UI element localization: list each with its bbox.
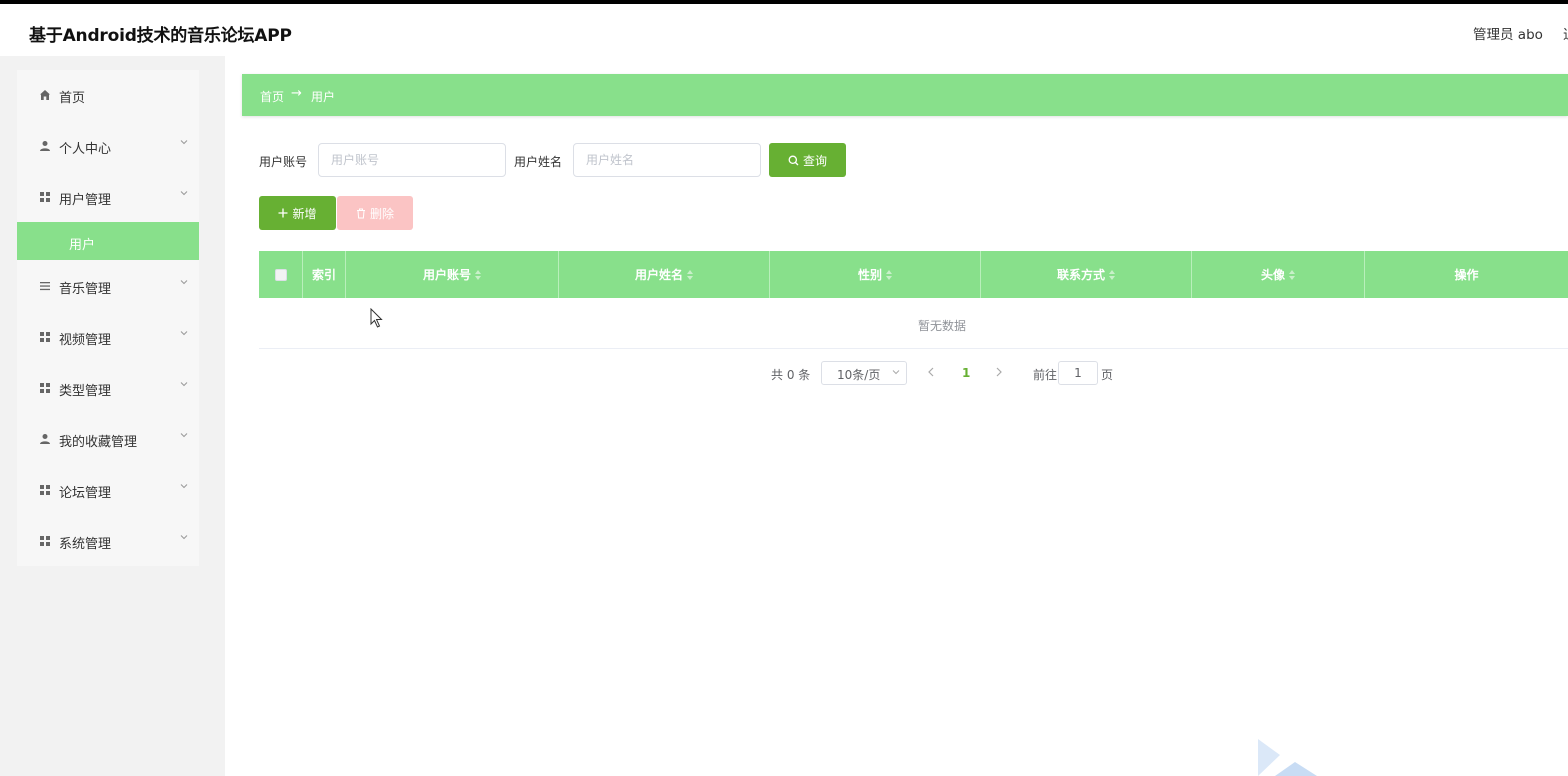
- sidebar-item-type-management[interactable]: 类型管理: [17, 369, 199, 407]
- list-icon: [40, 282, 50, 291]
- sidebar-item-forum-management[interactable]: 论坛管理: [17, 471, 199, 509]
- sidebar-item-label: 系统管理: [59, 537, 112, 552]
- breadcrumb-separator: →: [291, 86, 302, 101]
- watermark-logo-icon: [1258, 739, 1317, 776]
- chevron-down-icon: [892, 370, 900, 375]
- column-header-avatar[interactable]: 头像: [1192, 251, 1365, 298]
- pagination-total: 共 0 条: [771, 368, 811, 382]
- next-page-icon[interactable]: [994, 366, 1004, 378]
- grid-icon: [40, 332, 50, 342]
- column-header-contact[interactable]: 联系方式: [981, 251, 1192, 298]
- user-icon: [40, 434, 50, 444]
- column-header-actions: 操作: [1454, 268, 1479, 282]
- query-button-label: 查询: [802, 153, 827, 168]
- chevron-down-icon: [180, 140, 188, 145]
- plus-icon: [278, 208, 288, 218]
- sidebar-item-video-management[interactable]: 视频管理: [17, 318, 199, 356]
- sort-icon[interactable]: [687, 269, 693, 280]
- account-search-input[interactable]: [318, 143, 506, 177]
- sidebar-item-label: 视频管理: [59, 333, 112, 348]
- grid-icon: [40, 192, 50, 202]
- delete-button[interactable]: 删除: [337, 196, 413, 230]
- add-button-label: 新增: [292, 206, 317, 221]
- mouse-cursor-icon: [370, 308, 383, 328]
- page-size-value: 10条/页: [837, 368, 881, 382]
- chevron-down-icon: [180, 382, 188, 387]
- empty-text: 暂无数据: [918, 319, 967, 333]
- grid-icon: [40, 485, 50, 495]
- sidebar-item-label: 用户管理: [59, 193, 112, 208]
- prev-page-icon[interactable]: [926, 366, 936, 378]
- select-all-cell: [259, 251, 303, 298]
- grid-icon: [40, 383, 50, 393]
- add-button[interactable]: 新增: [259, 196, 336, 230]
- sidebar-item-label: 类型管理: [59, 384, 112, 399]
- user-icon: [40, 141, 50, 151]
- app-title: 基于Android技术的音乐论坛APP: [29, 26, 292, 46]
- sidebar-item-personal-center[interactable]: 个人中心: [17, 127, 199, 165]
- sidebar-item-label: 个人中心: [59, 142, 112, 157]
- sidebar-subitem-user[interactable]: 用户: [17, 222, 199, 260]
- chevron-down-icon: [180, 191, 188, 196]
- header-bar: 基于Android技术的音乐论坛APP 管理员 abo 退: [0, 4, 1568, 56]
- user-info[interactable]: 管理员 abo: [1473, 23, 1543, 43]
- chevron-down-icon: [180, 535, 188, 540]
- sort-icon[interactable]: [1289, 269, 1295, 280]
- sidebar-item-system-management[interactable]: 系统管理: [17, 522, 199, 560]
- name-search-input[interactable]: [573, 143, 761, 177]
- sidebar-subitem-label: 用户: [69, 238, 96, 253]
- chevron-down-icon: [180, 280, 188, 285]
- sidebar-item-label: 首页: [59, 91, 86, 106]
- breadcrumb: 首页 → 用户: [242, 74, 1568, 116]
- table-empty-row: 暂无数据: [259, 298, 1568, 349]
- breadcrumb-current: 用户: [311, 90, 336, 104]
- column-header-index: 索引: [303, 251, 346, 298]
- select-all-checkbox[interactable]: [274, 268, 287, 281]
- sidebar: 首页 个人中心 用户管理 用户 音乐管理 视频管理 类型管理 我的收藏管理 论坛…: [17, 70, 199, 566]
- grid-icon: [40, 536, 50, 546]
- column-header-gender[interactable]: 性别: [770, 251, 981, 298]
- logout-link[interactable]: 退: [1563, 23, 1568, 43]
- goto-page-input[interactable]: [1058, 361, 1098, 385]
- account-label: 用户账号: [259, 155, 308, 169]
- sort-icon[interactable]: [475, 269, 481, 280]
- name-label: 用户姓名: [514, 155, 563, 169]
- trash-icon: [356, 208, 365, 218]
- query-button[interactable]: 查询: [769, 143, 846, 177]
- page-number-current[interactable]: 1: [962, 366, 970, 380]
- breadcrumb-home[interactable]: 首页: [260, 88, 284, 105]
- goto-label: 前往: [1033, 368, 1058, 382]
- sort-icon[interactable]: [886, 269, 892, 280]
- sidebar-item-user-management[interactable]: 用户管理: [17, 178, 199, 216]
- column-header-account[interactable]: 用户账号: [346, 251, 559, 298]
- page-size-select[interactable]: 10条/页: [821, 361, 907, 385]
- sidebar-item-home[interactable]: 首页: [17, 76, 199, 114]
- sort-icon[interactable]: [1109, 269, 1115, 280]
- home-icon: [40, 90, 50, 100]
- goto-unit: 页: [1101, 368, 1114, 382]
- chevron-down-icon: [180, 433, 188, 438]
- search-icon: [788, 155, 799, 165]
- chevron-down-icon: [180, 331, 188, 336]
- table-header: 索引 用户账号 用户姓名 性别 联系方式 头像 操作: [259, 251, 1568, 298]
- sidebar-item-label: 音乐管理: [59, 282, 112, 297]
- chevron-down-icon: [180, 484, 188, 489]
- sidebar-item-label: 我的收藏管理: [59, 435, 138, 450]
- sidebar-item-favorites-management[interactable]: 我的收藏管理: [17, 420, 199, 458]
- column-header-name[interactable]: 用户姓名: [559, 251, 770, 298]
- sidebar-item-label: 论坛管理: [59, 486, 112, 501]
- delete-button-label: 删除: [369, 206, 394, 221]
- sidebar-item-music-management[interactable]: 音乐管理: [17, 267, 199, 305]
